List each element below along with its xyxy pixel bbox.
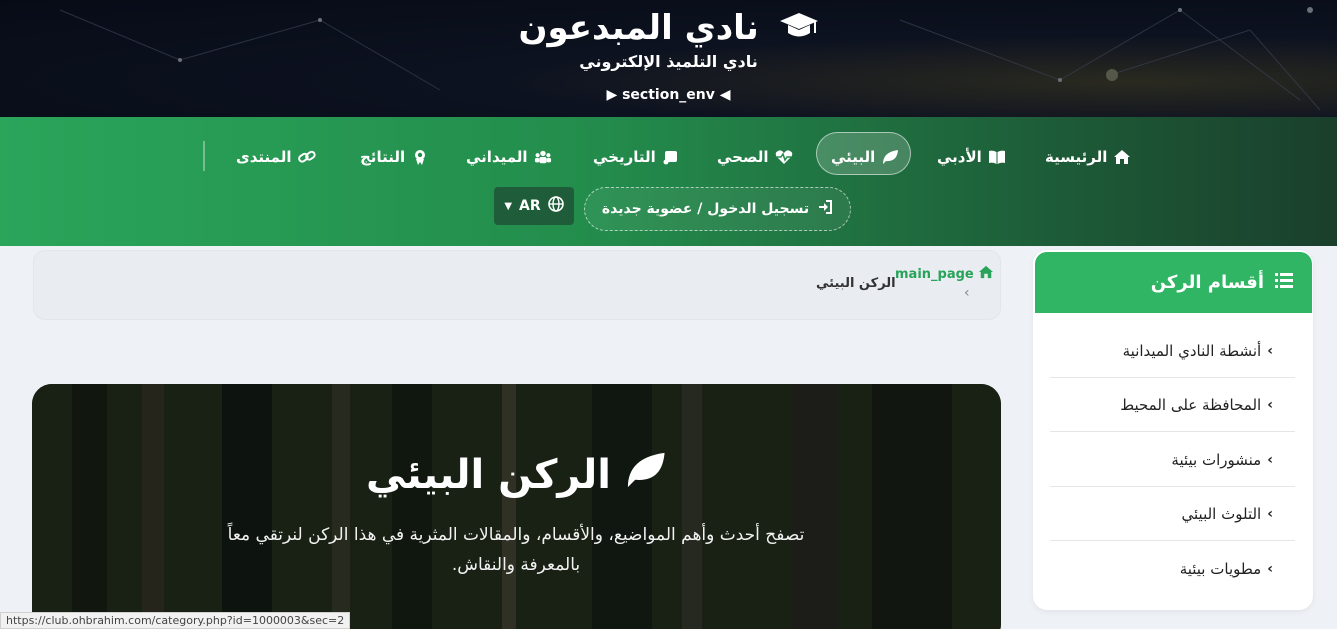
language-label: AR bbox=[519, 198, 541, 214]
breadcrumb-separator: ‹ bbox=[964, 285, 970, 301]
site-header: نادي المبدعون نادي التلميذ الإلكتروني ▶ … bbox=[0, 0, 1337, 117]
book-open-icon bbox=[988, 148, 1006, 166]
users-icon bbox=[534, 148, 552, 166]
hero-title: الركن البيئي bbox=[32, 450, 1001, 500]
breadcrumb-home-label: main_page bbox=[895, 266, 974, 282]
leaf-icon bbox=[623, 450, 667, 500]
nav-item-history-label: التاريخي bbox=[593, 148, 656, 166]
nav-item-health[interactable]: الصحي bbox=[717, 146, 793, 168]
nav-item-home[interactable]: الرئيسية bbox=[1045, 146, 1131, 168]
login-register-button[interactable]: تسجيل الدخول / عضوية جديدة bbox=[584, 187, 851, 231]
nav-item-results[interactable]: النتائج bbox=[360, 146, 429, 168]
section-label: ▶ section_env ◀ bbox=[606, 87, 731, 103]
hero-description: تصفح أحدث وأهم المواضيع، والأقسام، والمق… bbox=[227, 525, 805, 575]
sign-in-icon bbox=[817, 199, 833, 219]
nav-item-home-label: الرئيسية bbox=[1045, 148, 1108, 166]
sidebar-item-field-activities[interactable]: أنشطة النادي الميدانية ‹ bbox=[1050, 324, 1295, 378]
nav-item-environment-label: البيئي bbox=[831, 148, 876, 166]
graduation-cap-icon bbox=[779, 10, 819, 50]
sidebar-item-label: أنشطة النادي الميدانية bbox=[1122, 341, 1262, 360]
breadcrumb-home-link[interactable]: main_page bbox=[895, 265, 994, 283]
link-icon bbox=[297, 148, 316, 166]
sidebar-item-label: منشورات بيئية bbox=[1171, 450, 1262, 469]
site-title[interactable]: نادي المبدعون bbox=[0, 8, 1337, 50]
language-dropdown[interactable]: ▼ AR bbox=[494, 187, 574, 225]
breadcrumb-current: الركن البيئي bbox=[816, 276, 896, 291]
nav-item-results-label: النتائج bbox=[360, 148, 406, 166]
hero-banner bbox=[32, 384, 1001, 629]
nav-divider bbox=[203, 141, 205, 171]
nav-item-field-label: الميداني bbox=[466, 148, 528, 166]
sidebar-item-label: التلوث البيئي bbox=[1181, 504, 1262, 523]
sidebar-item-label: مطويات بيئية bbox=[1179, 560, 1262, 578]
chevron-left-icon: ‹ bbox=[1267, 505, 1273, 522]
nav-item-literary-label: الأدبي bbox=[937, 148, 982, 166]
leaf-icon bbox=[881, 148, 899, 166]
home-icon bbox=[1113, 148, 1131, 166]
heartbeat-icon bbox=[775, 148, 793, 166]
chevron-left-icon: ‹ bbox=[1267, 561, 1273, 577]
nav-item-environment[interactable]: البيئي bbox=[831, 146, 899, 168]
sidebar-item-environment-protection[interactable]: المحافظة على المحيط ‹ bbox=[1050, 378, 1295, 432]
caret-down-icon: ▼ bbox=[504, 200, 513, 212]
nav-item-history[interactable]: التاريخي bbox=[593, 146, 680, 168]
award-icon bbox=[411, 148, 429, 166]
chevron-left-icon: ‹ bbox=[1267, 342, 1273, 359]
nav-item-field[interactable]: الميداني bbox=[466, 146, 552, 168]
status-url: https://club.ohbrahim.com/category.php?i… bbox=[0, 612, 351, 629]
site-title-text: نادي المبدعون bbox=[518, 8, 759, 48]
globe-icon bbox=[547, 196, 564, 216]
nav-item-forum[interactable]: المنتدى bbox=[236, 146, 316, 168]
login-register-label: تسجيل الدخول / عضوية جديدة bbox=[601, 201, 810, 217]
sidebar-header: أقسام الركن bbox=[1035, 252, 1312, 313]
chevron-left-icon: ‹ bbox=[1267, 396, 1273, 413]
hero-title-text: الركن البيئي bbox=[366, 452, 611, 498]
forest-background bbox=[32, 384, 1001, 629]
sidebar-item-brochures[interactable]: مطويات بيئية ‹ bbox=[1050, 542, 1295, 596]
chevron-left-icon: ‹ bbox=[1267, 451, 1273, 468]
list-icon bbox=[1274, 271, 1294, 294]
nav-item-literary[interactable]: الأدبي bbox=[937, 146, 1006, 168]
scroll-icon bbox=[662, 148, 680, 166]
site-subtitle: نادي التلميذ الإلكتروني bbox=[579, 52, 758, 71]
home-icon bbox=[978, 265, 994, 283]
sidebar-item-pollution[interactable]: التلوث البيئي ‹ bbox=[1050, 487, 1295, 541]
nav-item-health-label: الصحي bbox=[717, 148, 769, 166]
sidebar-item-label: المحافظة على المحيط bbox=[1120, 395, 1262, 414]
nav-item-forum-label: المنتدى bbox=[236, 148, 292, 166]
sidebar-title: أقسام الركن bbox=[1150, 272, 1264, 293]
sidebar-item-publications[interactable]: منشورات بيئية ‹ bbox=[1050, 433, 1295, 487]
